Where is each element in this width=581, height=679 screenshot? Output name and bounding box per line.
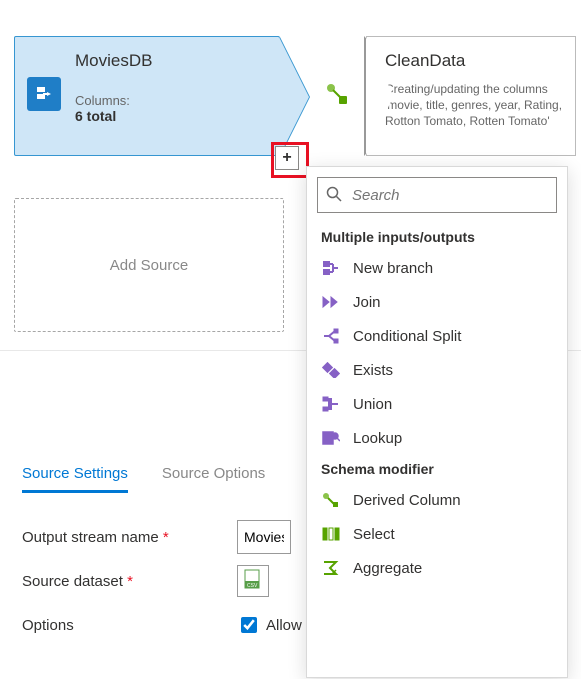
transform-node-description: Creating/updating the columns 'movie, ti…: [385, 81, 565, 130]
join-icon: [321, 293, 341, 311]
menu-item-lookup[interactable]: Lookup: [307, 421, 567, 455]
columns-label: Columns:: [75, 93, 269, 108]
output-stream-input[interactable]: [237, 520, 291, 554]
menu-item-label: New branch: [353, 260, 433, 277]
plus-icon: +: [282, 149, 291, 167]
tab-source-options[interactable]: Source Options: [162, 465, 265, 493]
add-source-button[interactable]: Add Source: [14, 198, 284, 332]
options-label: Options: [22, 617, 237, 634]
aggregate-icon: [321, 559, 341, 577]
menu-item-label: Conditional Split: [353, 328, 461, 345]
svg-text:CSV: CSV: [247, 583, 258, 589]
columns-count: 6 total: [75, 108, 269, 124]
transform-node-title: CleanData: [385, 51, 565, 71]
menu-item-exists[interactable]: Exists: [307, 353, 567, 387]
add-source-label: Add Source: [110, 257, 188, 274]
search-input[interactable]: [350, 186, 548, 205]
section-header-multi-io: Multiple inputs/outputs: [307, 223, 567, 251]
derived-column-icon: [321, 491, 341, 509]
menu-item-select[interactable]: Select: [307, 517, 567, 551]
exists-icon: [321, 361, 341, 379]
allow-schema-drift-checkbox[interactable]: [241, 617, 257, 633]
search-icon: [326, 186, 350, 205]
menu-item-derived-column[interactable]: Derived Column: [307, 483, 567, 517]
menu-item-union[interactable]: Union: [307, 387, 567, 421]
transformation-picker-popup: Multiple inputs/outputs New branch Join …: [306, 166, 568, 678]
source-dataset-label: Source dataset *: [22, 573, 237, 590]
transform-node-cleandata[interactable]: CleanData Creating/updating the columns …: [366, 36, 576, 156]
menu-item-new-branch[interactable]: New branch: [307, 251, 567, 285]
menu-item-aggregate[interactable]: Aggregate: [307, 551, 567, 585]
menu-item-label: Exists: [353, 362, 393, 379]
add-transformation-button[interactable]: +: [275, 146, 299, 170]
select-icon: [321, 525, 341, 543]
tab-source-settings[interactable]: Source Settings: [22, 465, 128, 493]
menu-item-label: Join: [353, 294, 381, 311]
menu-item-label: Aggregate: [353, 560, 422, 577]
search-box[interactable]: [317, 177, 557, 213]
union-icon: [321, 395, 341, 413]
csv-file-icon: CSV: [244, 569, 262, 593]
menu-item-conditional-split[interactable]: Conditional Split: [307, 319, 567, 353]
derive-icon: [325, 82, 353, 110]
menu-item-label: Select: [353, 526, 395, 543]
menu-item-label: Lookup: [353, 430, 402, 447]
source-node-title: MoviesDB: [75, 51, 269, 71]
menu-item-join[interactable]: Join: [307, 285, 567, 319]
database-arrow-icon: [27, 77, 61, 111]
menu-item-label: Derived Column: [353, 492, 461, 509]
source-node-moviesdb[interactable]: MoviesDB Columns: 6 total: [14, 36, 280, 156]
source-dataset-picker[interactable]: CSV: [237, 565, 269, 597]
section-header-schema-mod: Schema modifier: [307, 455, 567, 483]
menu-item-label: Union: [353, 396, 392, 413]
conditional-split-icon: [321, 327, 341, 345]
lookup-icon: [321, 429, 341, 447]
branch-icon: [321, 259, 341, 277]
output-stream-label: Output stream name *: [22, 529, 237, 546]
